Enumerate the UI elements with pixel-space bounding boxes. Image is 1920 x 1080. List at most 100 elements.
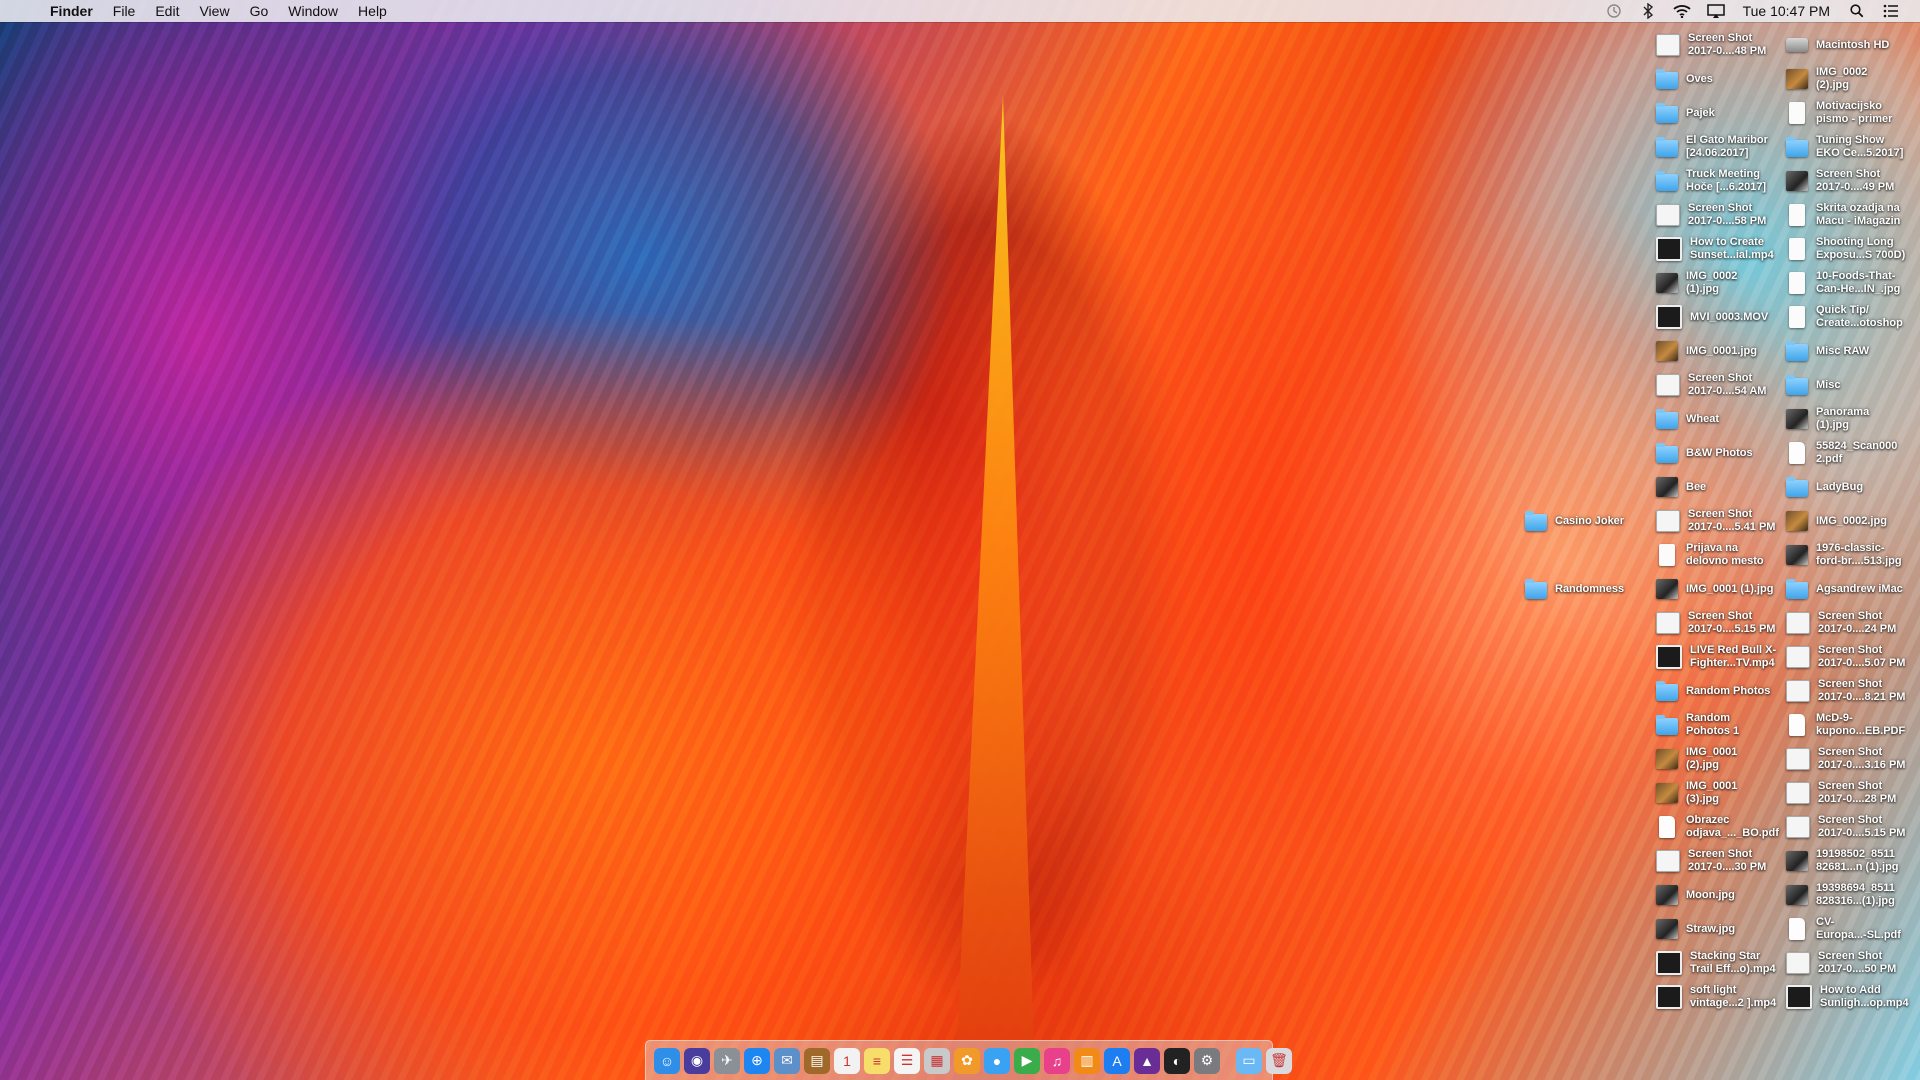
desktop-item-doc[interactable]: Shooting Long Exposu...S 700D)	[1786, 233, 1918, 265]
desktop-item-image[interactable]: 1976-classic- ford-br....513.jpg	[1786, 539, 1918, 571]
menu-bar: Finder File Edit View Go Window Help Tue…	[0, 0, 1920, 22]
desktop-item-drive[interactable]: Macintosh HD	[1786, 29, 1918, 61]
dock: ☺ ◉ ✈ ⊕ ✉ ▤ 1 ≡ ☰ ▦ ✿ ● ▶ ♫ ▥ A ▲ ◐ ⚙ ▭ 🗑	[645, 1040, 1292, 1080]
trash-icon[interactable]: 🗑	[1266, 1047, 1292, 1074]
desktop-item-shot[interactable]: Screen Shot 2017-0....5.07 PM	[1786, 641, 1918, 673]
mail-icon[interactable]: ✉	[774, 1047, 800, 1074]
desktop-item-shot[interactable]: Screen Shot 2017-0....3.16 PM	[1786, 743, 1918, 775]
desktop-item-image[interactable]: Moon.jpg	[1656, 879, 1788, 911]
menu-view[interactable]: View	[189, 0, 239, 22]
launchpad-icon[interactable]: ✈	[714, 1047, 740, 1074]
desktop-item-pdf[interactable]: McD-9- kupono...EB.PDF	[1786, 709, 1918, 741]
desktop-item-pdf[interactable]: CV- Europa...-SL.pdf	[1786, 913, 1918, 945]
desktop-item-folder[interactable]: Oves	[1656, 63, 1788, 95]
desktop-item-folder[interactable]: Truck Meeting Hoče [...6.2017]	[1656, 165, 1788, 197]
desktop-item-folder[interactable]: Casino Joker	[1525, 505, 1657, 537]
desktop-item-shot[interactable]: Screen Shot 2017-0....5.15 PM	[1786, 811, 1918, 843]
desktop-item-shot[interactable]: Screen Shot 2017-0....5.41 PM	[1656, 505, 1788, 537]
desktop-item-video[interactable]: Stacking Star Trail Eff...o).mp4	[1656, 947, 1788, 979]
menu-file[interactable]: File	[103, 0, 146, 22]
desktop-item-photo[interactable]: IMG_0002.jpg	[1786, 505, 1918, 537]
desktop-item-doc[interactable]: 10-Foods-That- Can-He...IN_.jpg	[1786, 267, 1918, 299]
menu-edit[interactable]: Edit	[145, 0, 189, 22]
bluetooth-icon[interactable]	[1637, 3, 1659, 19]
desktop-item-shot[interactable]: Screen Shot 2017-0....58 PM	[1656, 199, 1788, 231]
system-preferences-icon[interactable]: ⚙	[1194, 1047, 1220, 1074]
menu-help[interactable]: Help	[348, 0, 397, 22]
reminders-icon[interactable]: ☰	[894, 1047, 920, 1074]
wifi-icon[interactable]	[1671, 3, 1693, 19]
messages-icon[interactable]: ●	[984, 1047, 1010, 1074]
desktop-item-image[interactable]: IMG_0001 (1).jpg	[1656, 573, 1788, 605]
desktop-item-folder[interactable]: Misc RAW	[1786, 335, 1918, 367]
ibooks-icon[interactable]: ▥	[1074, 1047, 1100, 1074]
desktop-item-label: Screen Shot 2017-0....28 PM	[1818, 780, 1897, 805]
desktop-item-doc[interactable]: Prijava na delovno mesto	[1656, 539, 1788, 571]
app-store-icon[interactable]: A	[1104, 1047, 1130, 1074]
notification-center-icon[interactable]	[1880, 3, 1902, 19]
desktop-item-folder[interactable]: LadyBug	[1786, 471, 1918, 503]
desktop-item-folder[interactable]: El Gato Maribor [24.06.2017]	[1656, 131, 1788, 163]
desktop-item-folder[interactable]: Agsandrew iMac	[1786, 573, 1918, 605]
desktop-item-photo[interactable]: IMG_0001.jpg	[1656, 335, 1788, 367]
desktop-item-video[interactable]: How to Add Sunligh...op.mp4	[1786, 981, 1918, 1013]
desktop-item-photo[interactable]: IMG_0002 (2).jpg	[1786, 63, 1918, 95]
desktop-item-folder[interactable]: Misc	[1786, 369, 1918, 401]
desktop-item-pdf[interactable]: 55824_Scan000 2.pdf	[1786, 437, 1918, 469]
desktop-item-video[interactable]: How to Create Sunset...ial.mp4	[1656, 233, 1788, 265]
desktop-item-shot[interactable]: Screen Shot 2017-0....24 PM	[1786, 607, 1918, 639]
desktop-item-video[interactable]: soft light vintage...2 ].mp4	[1656, 981, 1788, 1013]
desktop-item-photo[interactable]: IMG_0001 (3).jpg	[1656, 777, 1788, 809]
itunes-icon[interactable]: ♫	[1044, 1047, 1070, 1074]
desktop-item-shot[interactable]: Screen Shot 2017-0....28 PM	[1786, 777, 1918, 809]
desktop-item-image[interactable]: Panorama (1).jpg	[1786, 403, 1918, 435]
desktop-item-image[interactable]: Bee	[1656, 471, 1788, 503]
desktop-item-image[interactable]: 19398694_8511 828316...(1).jpg	[1786, 879, 1918, 911]
desktop-item-pdf[interactable]: Obrazec odjava_..._BO.pdf	[1656, 811, 1788, 843]
desktop-item-shot[interactable]: Screen Shot 2017-0....30 PM	[1656, 845, 1788, 877]
facetime-icon[interactable]: ▶	[1014, 1047, 1040, 1074]
desktop-item-folder[interactable]: Random Photos	[1656, 675, 1788, 707]
desktop-item-image[interactable]: Screen Shot 2017-0....49 PM	[1786, 165, 1918, 197]
desktop-item-video[interactable]: LIVE Red Bull X- Fighter...TV.mp4	[1656, 641, 1788, 673]
menu-go[interactable]: Go	[240, 0, 279, 22]
desktop-item-shot[interactable]: Screen Shot 2017-0....50 PM	[1786, 947, 1918, 979]
notes-book-icon[interactable]: ▤	[804, 1047, 830, 1074]
desktop-item-photo[interactable]: IMG_0001 (2).jpg	[1656, 743, 1788, 775]
desktop-item-shot[interactable]: Screen Shot 2017-0....5.15 PM	[1656, 607, 1788, 639]
desktop-item-shot[interactable]: Screen Shot 2017-0....54 AM	[1656, 369, 1788, 401]
menu-window[interactable]: Window	[278, 0, 348, 22]
safari-icon[interactable]: ⊕	[744, 1047, 770, 1074]
menu-finder[interactable]: Finder	[40, 0, 103, 22]
desktop-item-image[interactable]: 19198502_8511 82681...n (1).jpg	[1786, 845, 1918, 877]
desktop-item-label: Oves	[1686, 72, 1713, 85]
desktop-item-doc[interactable]: Skrita ozadja na Macu - iMagazin	[1786, 199, 1918, 231]
desktop-item-folder[interactable]: Wheat	[1656, 403, 1788, 435]
desktop-item-folder[interactable]: Randomness	[1525, 573, 1657, 605]
airplay-icon[interactable]	[1705, 3, 1727, 19]
desktop-item-label: Truck Meeting Hoče [...6.2017]	[1686, 168, 1767, 193]
time-machine-icon[interactable]	[1603, 3, 1625, 19]
desktop-item-image[interactable]: IMG_0002 (1).jpg	[1656, 267, 1788, 299]
spotlight-search-icon[interactable]	[1846, 3, 1868, 19]
photos-icon[interactable]: ✿	[954, 1047, 980, 1074]
keynote-icon[interactable]: ▦	[924, 1047, 950, 1074]
desktop-item-doc[interactable]: Quick Tip/ Create...otoshop	[1786, 301, 1918, 333]
desktop-item-image[interactable]: Straw.jpg	[1656, 913, 1788, 945]
desktop-item-shot[interactable]: Screen Shot 2017-0....48 PM	[1656, 29, 1788, 61]
desktop-item-folder[interactable]: Pajek	[1656, 97, 1788, 129]
downloads-folder-icon[interactable]: ▭	[1236, 1047, 1262, 1074]
affinity-photo-icon[interactable]: ▲	[1134, 1047, 1160, 1074]
menu-bar-clock[interactable]: Tue 10:47 PM	[1733, 3, 1840, 19]
camera-raw-icon[interactable]: ◐	[1164, 1047, 1190, 1074]
calendar-icon[interactable]: 1	[834, 1047, 860, 1074]
desktop-item-folder[interactable]: Random Pohotos 1	[1656, 709, 1788, 741]
desktop-item-doc[interactable]: Motivacijsko pismo - primer	[1786, 97, 1918, 129]
desktop-item-video[interactable]: MVI_0003.MOV	[1656, 301, 1788, 333]
finder-icon[interactable]: ☺	[654, 1047, 680, 1074]
desktop-item-folder[interactable]: Tuning Show EKO Ce...5.2017]	[1786, 131, 1918, 163]
desktop-item-shot[interactable]: Screen Shot 2017-0....8.21 PM	[1786, 675, 1918, 707]
siri-icon[interactable]: ◉	[684, 1047, 710, 1074]
desktop-item-folder[interactable]: B&W Photos	[1656, 437, 1788, 469]
notes-icon[interactable]: ≡	[864, 1047, 890, 1074]
